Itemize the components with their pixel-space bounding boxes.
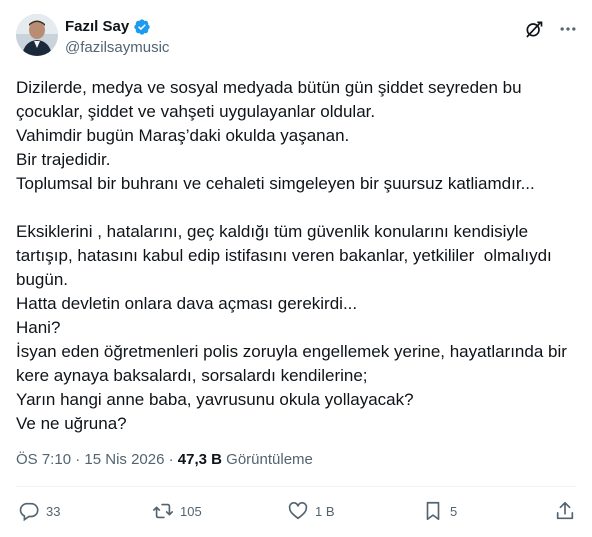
- share-icon: [556, 501, 574, 520]
- bookmark-button[interactable]: 5: [422, 500, 457, 522]
- tweet-time[interactable]: ÖS 7:10: [16, 451, 71, 468]
- views-label: Görüntüleme: [222, 451, 313, 468]
- tweet-date[interactable]: 15 Nis 2026: [84, 451, 164, 468]
- avatar[interactable]: [16, 14, 58, 56]
- tweet-text-line: Hatta devletin onlara dava açması gereki…: [16, 294, 358, 313]
- like-button[interactable]: 1 B: [287, 500, 335, 522]
- author-handle[interactable]: @fazilsaymusic: [65, 39, 169, 57]
- tweet-text-line: Bir trajedidir.: [16, 150, 111, 169]
- share-button[interactable]: [554, 500, 582, 522]
- top-actions: [524, 19, 578, 39]
- like-count: 1 B: [315, 503, 335, 519]
- tweet-text-line: tartışıp, hatasını kabul edip istifasını…: [16, 246, 552, 265]
- reply-icon: [19, 502, 39, 522]
- tweet-text: Dizilerde, medya ve sosyal medyada bütün…: [16, 76, 581, 436]
- tweet-text-line: Dizilerde, medya ve sosyal medyada bütün…: [16, 78, 522, 97]
- reply-count: 33: [46, 503, 61, 519]
- bookmark-count: 5: [450, 503, 458, 519]
- tweet-text-line: Ve ne uğruna?: [16, 414, 127, 433]
- retweet-icon: [153, 503, 173, 519]
- tweet-text-line: [16, 196, 581, 220]
- tweet-text-line: İsyan eden öğretmenleri polis zoruyla en…: [16, 342, 567, 361]
- tweet-text-line: Vahimdir bugün Maraş’daki okulda yaşanan…: [16, 126, 350, 145]
- meta-separator: ·: [164, 451, 178, 468]
- tweet-text-line: Hani?: [16, 318, 61, 337]
- tweet-text-line: Toplumsal bir buhranı ve cehaleti simgel…: [16, 174, 535, 193]
- tweet-text-line: Eksiklerini , hatalarını, geç kaldığı tü…: [16, 222, 529, 241]
- tweet-text-line: bugün.: [16, 270, 68, 289]
- tweet-text-line: kere aynaya baksalardı, sorsalardı kendi…: [16, 366, 368, 385]
- grok-icon[interactable]: [524, 19, 544, 39]
- retweet-count: 105: [180, 503, 202, 519]
- author-name[interactable]: Fazıl Say: [65, 18, 129, 36]
- views-count: 47,3 B: [177, 451, 222, 468]
- author-name-row[interactable]: Fazıl Say: [65, 18, 151, 36]
- more-dots-icon[interactable]: [558, 19, 578, 39]
- verified-badge-icon: [134, 19, 150, 35]
- divider: [16, 486, 576, 487]
- meta-separator: ·: [71, 451, 85, 468]
- like-heart-icon: [288, 502, 308, 520]
- tweet-card: Fazıl Say @fazilsaymusic Dizilerde, medy…: [0, 0, 592, 537]
- action-bar: 33 105 1 B 5: [16, 500, 576, 526]
- tweet-text-line: çocuklar, şiddet ve vahşeti uygulayanlar…: [16, 102, 376, 121]
- retweet-button[interactable]: 105: [152, 500, 202, 522]
- avatar-image: [16, 14, 58, 56]
- tweet-text-line: Yarın hangi anne baba, yavrusunu okula y…: [16, 390, 414, 409]
- reply-button[interactable]: 33: [18, 500, 60, 522]
- bookmark-icon: [426, 501, 440, 521]
- tweet-meta: ÖS 7:10 · 15 Nis 2026 · 47,3 B Görüntüle…: [16, 451, 313, 469]
